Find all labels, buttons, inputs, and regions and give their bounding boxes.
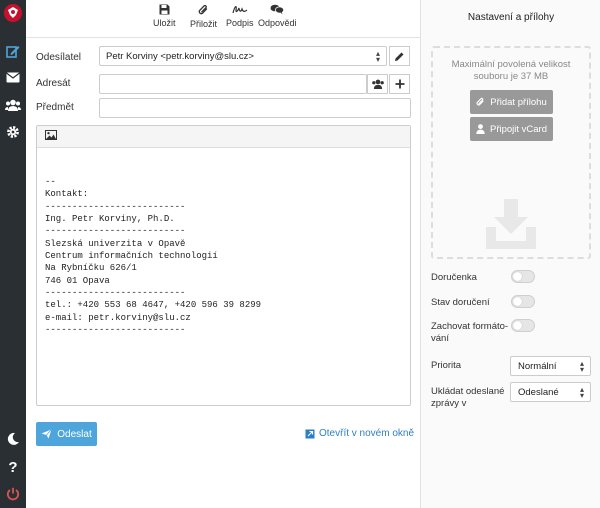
priority-select[interactable]: Normální ▴ ▾ <box>510 356 591 376</box>
paperclip-icon <box>476 97 484 106</box>
dark-mode-icon[interactable] <box>0 428 26 450</box>
attach-button[interactable]: Přiložit <box>190 4 217 29</box>
save-sent-line2: zprávy v <box>431 398 467 409</box>
sender-caret-icon: ▴ ▾ <box>375 49 380 64</box>
delivery-status-toggle[interactable] <box>511 295 535 308</box>
settings-attachments-panel: Nastavení a přílohy Maximální povolená v… <box>420 0 600 508</box>
keep-format-line2: vání <box>431 333 449 344</box>
save-icon <box>159 4 170 15</box>
receipt-toggle[interactable] <box>511 270 535 283</box>
send-label: Odeslat <box>57 428 92 440</box>
attach-label: Přiložit <box>190 19 218 29</box>
responses-label: Odpovědi <box>258 18 297 28</box>
subject-label: Předmět <box>36 102 74 113</box>
compose-icon[interactable] <box>0 40 26 62</box>
recipient-input[interactable] <box>99 74 367 94</box>
responses-button[interactable]: Odpovědi <box>258 4 297 28</box>
user-icon <box>476 124 485 134</box>
add-attachment-label: Přidat přílohu <box>490 96 547 108</box>
max-size-line2: souboru je 37 MB <box>473 71 549 82</box>
max-size-line1: Maximální povolená velikost <box>451 59 571 70</box>
recipient-label: Adresát <box>36 78 71 89</box>
delivery-status-label: Stav doručení <box>431 297 490 308</box>
send-icon <box>41 429 53 439</box>
priority-value: Normální <box>518 360 557 372</box>
keep-format-label: Zachovat formáto- vání <box>431 321 508 345</box>
save-sent-value: Odeslané <box>518 386 559 398</box>
keep-format-toggle[interactable] <box>511 319 535 332</box>
sender-select[interactable]: Petr Korviny <petr.korviny@slu.cz> ▴ ▾ <box>99 46 387 66</box>
contacts-icon <box>371 79 384 89</box>
main-navigation: ? <box>0 0 26 508</box>
save-button[interactable]: Uložit <box>153 4 176 28</box>
image-icon <box>45 130 57 140</box>
sender-label: Odesílatel <box>36 52 82 63</box>
logout-icon[interactable] <box>0 483 26 505</box>
help-icon[interactable]: ? <box>0 456 26 478</box>
message-editor[interactable]: -- Kontakt: -------------------------- I… <box>36 125 411 406</box>
signature-icon <box>232 6 248 14</box>
upload-icon <box>486 199 536 249</box>
signature-label: Podpis <box>226 18 254 28</box>
contacts-icon[interactable] <box>0 94 26 116</box>
attach-vcard-button[interactable]: Připojit vCard <box>470 117 553 141</box>
save-sent-caret-icon: ▴ ▾ <box>579 385 584 400</box>
attachment-dropzone[interactable]: Maximální povolená velikost souboru je 3… <box>431 46 591 259</box>
save-sent-line1: Ukládat odeslané <box>431 386 505 397</box>
insert-image-button[interactable] <box>45 130 57 143</box>
keep-format-line1: Zachovat formáto- <box>431 321 509 332</box>
save-label: Uložit <box>153 18 176 28</box>
plus-icon <box>395 79 404 89</box>
logo-icon[interactable] <box>0 1 26 25</box>
external-window-icon <box>305 429 315 438</box>
compose-toolbar: Uložit Přiložit Podpis Odpovědi <box>26 0 420 38</box>
save-sent-select[interactable]: Odeslané ▴ ▾ <box>510 382 591 402</box>
message-body[interactable]: -- Kontakt: -------------------------- I… <box>37 148 410 336</box>
priority-caret-icon: ▴ ▾ <box>579 359 584 374</box>
editor-toolbar <box>37 126 410 148</box>
signature-button[interactable]: Podpis <box>226 4 254 28</box>
mail-icon[interactable] <box>0 66 26 88</box>
subject-input[interactable] <box>99 98 411 118</box>
settings-icon[interactable] <box>0 121 26 143</box>
open-new-window-label: Otevřít v novém okně <box>319 428 415 439</box>
save-sent-label: Ukládat odeslané zprávy v <box>431 386 504 410</box>
paperclip-icon <box>198 4 208 15</box>
send-button[interactable]: Odeslat <box>36 422 97 446</box>
responses-icon <box>270 4 285 15</box>
sender-value: Petr Korviny <petr.korviny@slu.cz> <box>106 50 254 62</box>
panel-title: Nastavení a přílohy <box>467 12 555 23</box>
address-book-button[interactable] <box>367 74 388 94</box>
open-new-window-link[interactable]: Otevřít v novém okně <box>305 428 414 439</box>
add-recipient-button[interactable] <box>389 74 410 94</box>
attach-vcard-label: Připojit vCard <box>489 123 548 135</box>
max-size-info: Maximální povolená velikost souboru je 3… <box>433 59 589 83</box>
pencil-icon <box>395 52 404 61</box>
priority-label: Priorita <box>431 360 462 371</box>
add-attachment-button[interactable]: Přidat přílohu <box>470 90 553 114</box>
receipt-label: Doručenka <box>431 272 477 283</box>
edit-identity-button[interactable] <box>389 46 410 66</box>
